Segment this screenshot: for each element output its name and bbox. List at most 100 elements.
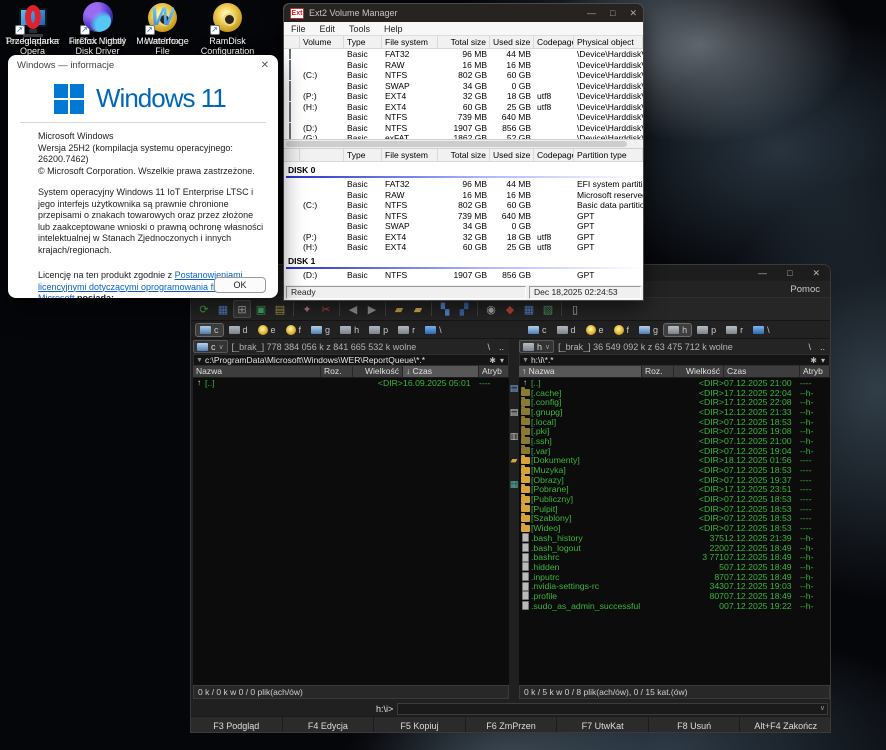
folder-row[interactable]: [Wideo]<DIR> 07.12.2025 18:53 ---- <box>519 523 830 533</box>
fkey-button-f7[interactable]: F7 UtwKat <box>557 717 649 733</box>
desktop-icon-waterfox[interactable]: W↗Waterfox <box>130 0 195 56</box>
maximize-icon[interactable]: □ <box>610 8 615 19</box>
drive-button-g[interactable]: g <box>635 324 662 336</box>
file-row[interactable]: .bash_history375 12.12.2025 21:39 --h- <box>519 533 830 543</box>
divider-doc-icon[interactable]: ▤ <box>510 383 519 394</box>
disk-col-codepage[interactable]: Codepage <box>534 149 574 162</box>
drive-button-d[interactable]: d <box>225 324 252 336</box>
maximize-icon[interactable]: □ <box>787 268 792 278</box>
goto-parent-button[interactable]: .. <box>818 342 827 352</box>
divider-sync-icon[interactable]: ▦ <box>510 479 519 490</box>
compare-icon[interactable]: ▧ <box>539 300 557 318</box>
ok-button[interactable]: OK <box>214 277 266 293</box>
volume-row[interactable]: (P:)BasicEXT432 GB18 GButf8\Device\Hardd… <box>284 91 643 102</box>
menu-file[interactable]: File <box>291 24 306 34</box>
parent-dir-row[interactable]: ↑[..]<DIR> 07.12.2025 21:00 ---- <box>519 378 830 388</box>
column-header-wielko[interactable]: Wielkość <box>353 366 403 378</box>
desktop-icon-przegl-darka-opera[interactable]: ↗Przeglądarka Opera <box>0 0 65 56</box>
volume-row[interactable]: BasicNTFS739 MB640 MB\Device\HarddiskVol… <box>284 112 643 123</box>
column-header-nazwa[interactable]: ↑ Nazwa <box>519 366 642 378</box>
volume-row[interactable]: BasicSWAP34 GB0 GB\Device\HarddiskVolume… <box>284 81 643 92</box>
divider-edit-icon[interactable]: ▤ <box>510 407 519 418</box>
file-row[interactable]: .nvidia-settings-rc343 07.12.2025 19:03 … <box>519 581 830 591</box>
disk-col-filesystem[interactable]: File system <box>382 149 438 162</box>
column-header-roz[interactable]: Roz. <box>642 366 674 378</box>
sync-dirs-icon[interactable]: ▦ <box>520 300 538 318</box>
fkey-button-f8[interactable]: F8 Usuń <box>649 717 741 733</box>
volume-row[interactable]: (H:)BasicEXT460 GB25 GButf8\Device\Hardd… <box>284 102 643 113</box>
folder-row[interactable]: [Publiczny]<DIR> 07.12.2025 18:53 ---- <box>519 494 830 504</box>
drive-button-e[interactable]: e <box>582 324 608 336</box>
history-button[interactable]: ▾ <box>819 356 827 365</box>
user-menu-icon[interactable]: ✦ <box>298 300 316 318</box>
brief-view-icon[interactable]: ▦ <box>214 300 232 318</box>
volume-col-totalsize[interactable]: Total size <box>438 36 490 49</box>
tree-view-icon[interactable]: ⊞ <box>233 300 251 318</box>
menu-help[interactable]: Pomoc <box>790 284 820 295</box>
fkey-button-f6[interactable]: F6 ZmPrzen <box>466 717 558 733</box>
drive-button-p[interactable]: p <box>365 324 392 336</box>
command-input[interactable]: ∨ <box>397 703 828 715</box>
drive-button-p[interactable]: p <box>693 324 720 336</box>
path-bar-left[interactable]: ▼ c:\ProgramData\Microsoft\Windows\WER\R… <box>193 354 509 366</box>
column-header-atryb[interactable]: Atryb <box>479 366 509 378</box>
folder-row[interactable]: [.ssh]<DIR> 07.12.2025 21:00 --h- <box>519 436 830 446</box>
folder-row[interactable]: [Obrazy]<DIR> 07.12.2025 19:37 ---- <box>519 475 830 485</box>
folder-row[interactable]: [Muzyka]<DIR> 07.12.2025 18:53 ---- <box>519 465 830 475</box>
menu-help[interactable]: Help <box>384 24 403 34</box>
drive-button-f[interactable]: f <box>282 324 306 336</box>
fkey-button-f4[interactable]: F4 Edycja <box>283 717 375 733</box>
column-header-czas[interactable]: Czas <box>724 366 800 378</box>
history-button[interactable]: ▾ <box>498 356 506 365</box>
folder-row[interactable]: [.pki]<DIR> 07.12.2025 19:08 --h- <box>519 426 830 436</box>
divider-pack-icon[interactable]: ▰ <box>511 455 518 466</box>
disk-col-type[interactable]: Type <box>344 149 382 162</box>
volume-col-filesystem[interactable]: File system <box>382 36 438 49</box>
volume-col-volume[interactable]: Volume <box>300 36 344 49</box>
partition-row[interactable]: BasicRAW16 MB16 MBMicrosoft reserved par… <box>284 190 643 201</box>
drive-button-r[interactable]: r <box>722 324 747 336</box>
minimize-icon[interactable]: — <box>758 268 767 278</box>
folder-row[interactable]: [Pulpit]<DIR> 07.12.2025 18:53 ---- <box>519 504 830 514</box>
column-header-wielko[interactable]: Wielkość <box>674 366 724 378</box>
close-icon[interactable]: ✕ <box>812 268 820 279</box>
drive-button-network[interactable]: \ <box>421 324 446 336</box>
goto-root-button[interactable]: \ <box>806 342 813 352</box>
file-row[interactable]: .sudo_as_admin_successful0 07.12.2025 19… <box>519 601 830 611</box>
parent-dir-row[interactable]: ↑[..]<DIR> 16.09.2025 05:01 ---- <box>193 378 509 388</box>
file-row[interactable]: .bash_logout220 07.12.2025 18:49 --h- <box>519 543 830 553</box>
goto-root-button[interactable]: \ <box>485 342 492 352</box>
thumbnails-icon[interactable]: ▤ <box>271 300 289 318</box>
column-header-nazwa[interactable]: Nazwa <box>193 366 321 378</box>
drive-button-g[interactable]: g <box>307 324 334 336</box>
column-header-atryb[interactable]: Atryb <box>800 366 830 378</box>
close-icon[interactable]: ✕ <box>261 60 269 71</box>
favorites-button[interactable]: ✱ <box>487 356 498 365</box>
disk-col-partitiontype[interactable]: Partition type <box>574 149 643 162</box>
volume-col-codepage[interactable]: Codepage <box>534 36 574 49</box>
volume-col-usedsize[interactable]: Used size <box>490 36 534 49</box>
volume-row[interactable]: (C:)BasicNTFS802 GB60 GB\Device\Harddisk… <box>284 70 643 81</box>
back-icon[interactable]: ◀ <box>344 300 362 318</box>
path-bar-right[interactable]: ▼ h:\i\*.* ✱ ▾ <box>519 354 830 366</box>
volume-row[interactable]: BasicRAW16 MB16 MB\Device\HarddiskVolume… <box>284 60 643 71</box>
favorites-button[interactable]: ✱ <box>808 356 819 365</box>
refresh-icon[interactable]: ⟳ <box>195 300 213 318</box>
drive-button-h[interactable]: h <box>336 324 363 336</box>
drive-combo-left[interactable]: c ∨ <box>193 340 228 353</box>
drive-combo-right[interactable]: h ∨ <box>519 340 554 353</box>
volume-row[interactable]: BasicFAT3296 MB44 MB\Device\HarddiskVolu… <box>284 49 643 60</box>
close-icon[interactable]: ✕ <box>629 8 637 19</box>
drive-button-r[interactable]: r <box>394 324 419 336</box>
folder-row[interactable]: [.config]<DIR> 17.12.2025 22:08 --h- <box>519 397 830 407</box>
partition-row[interactable]: (D:)BasicNTFS1907 GB856 GBGPT <box>284 270 643 281</box>
drive-button-c[interactable]: c <box>196 324 223 336</box>
drive-button-d[interactable]: d <box>553 324 580 336</box>
column-header-roz[interactable]: Roz. <box>321 366 353 378</box>
multi-rename-icon[interactable]: ◆ <box>501 300 519 318</box>
menu-tools[interactable]: Tools <box>349 24 370 34</box>
volume-row[interactable]: (D:)BasicNTFS1907 GB856 GB\Device\Harddi… <box>284 123 643 134</box>
file-row[interactable]: .profile807 07.12.2025 18:49 --h- <box>519 591 830 601</box>
volume-row[interactable]: (G:)BasicexFAT1862 GB52 GB\Device\Harddi… <box>284 133 643 140</box>
file-row[interactable]: .inputrc87 07.12.2025 18:49 --h- <box>519 572 830 582</box>
